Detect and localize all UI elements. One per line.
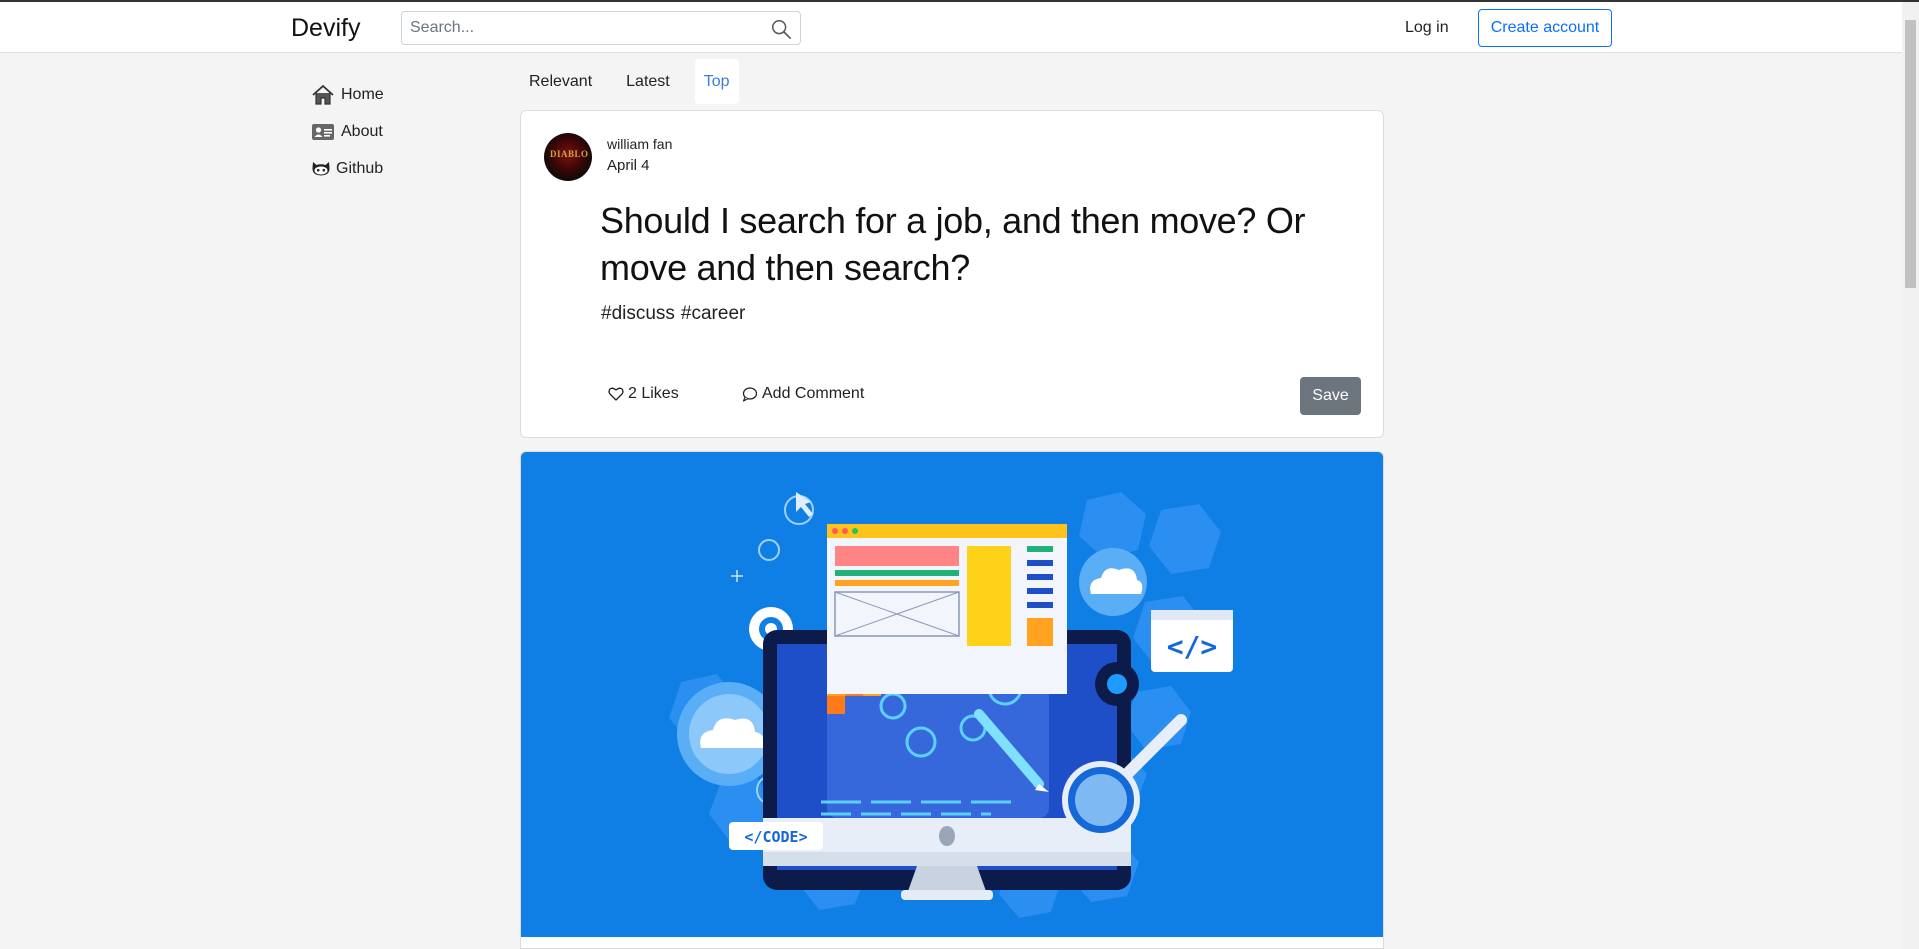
tab-latest[interactable]: Latest bbox=[617, 59, 679, 104]
search-box[interactable] bbox=[401, 11, 801, 45]
scrollbar-thumb[interactable] bbox=[1905, 20, 1916, 288]
post-card: DIABLO william fan April 4 Should I sear… bbox=[520, 110, 1384, 438]
post-date: April 4 bbox=[607, 157, 650, 174]
avatar[interactable]: DIABLO bbox=[544, 133, 592, 181]
sidebar-item-label: Home bbox=[341, 85, 384, 103]
top-navbar: Devify Log in Create account bbox=[0, 2, 1902, 53]
comment-label: Add Comment bbox=[762, 385, 865, 402]
sidebar-item-github[interactable]: Github bbox=[311, 150, 384, 187]
tab-top[interactable]: Top bbox=[694, 59, 739, 104]
sidebar-item-about[interactable]: About bbox=[311, 113, 384, 150]
sidebar: Home About Github bbox=[311, 76, 384, 187]
likes-label: 2 Likes bbox=[628, 385, 679, 402]
page-scrollbar[interactable] bbox=[1902, 2, 1919, 949]
comment-icon bbox=[742, 387, 758, 402]
code-badge-text: </CODE> bbox=[744, 828, 807, 846]
post-tags: #discuss #career bbox=[601, 303, 751, 325]
author-name[interactable]: william fan bbox=[607, 136, 672, 152]
sidebar-item-home[interactable]: Home bbox=[311, 76, 384, 113]
feed-tabs: Relevant Latest Top bbox=[520, 59, 755, 104]
create-account-button[interactable]: Create account bbox=[1478, 9, 1612, 47]
save-button[interactable]: Save bbox=[1300, 377, 1361, 415]
id-card-icon bbox=[312, 123, 334, 140]
avatar-text: DIABLO bbox=[550, 149, 589, 159]
search-input[interactable] bbox=[402, 12, 742, 44]
brand-logo[interactable]: Devify bbox=[291, 14, 360, 43]
tab-relevant[interactable]: Relevant bbox=[520, 59, 601, 104]
code-window-text: </> bbox=[1167, 630, 1218, 663]
heart-icon bbox=[608, 387, 624, 401]
post-title[interactable]: Should I search for a job, and then move… bbox=[600, 197, 1320, 291]
search-icon[interactable] bbox=[770, 18, 792, 40]
developer-illustration: </> </CODE> bbox=[669, 492, 1233, 918]
add-comment-button[interactable]: Add Comment bbox=[742, 385, 864, 403]
home-icon bbox=[312, 84, 334, 105]
tag-link[interactable]: #career bbox=[681, 303, 745, 324]
post-cover-card[interactable]: </> </CODE> bbox=[520, 451, 1384, 949]
cover-image: </> </CODE> bbox=[521, 452, 1383, 937]
sidebar-item-label: Github bbox=[336, 159, 384, 177]
github-icon bbox=[312, 161, 330, 175]
login-link[interactable]: Log in bbox=[1405, 19, 1449, 37]
tag-link[interactable]: #discuss bbox=[601, 303, 675, 324]
likes-button[interactable]: 2 Likes bbox=[608, 385, 679, 403]
sidebar-item-label: About bbox=[341, 122, 383, 140]
